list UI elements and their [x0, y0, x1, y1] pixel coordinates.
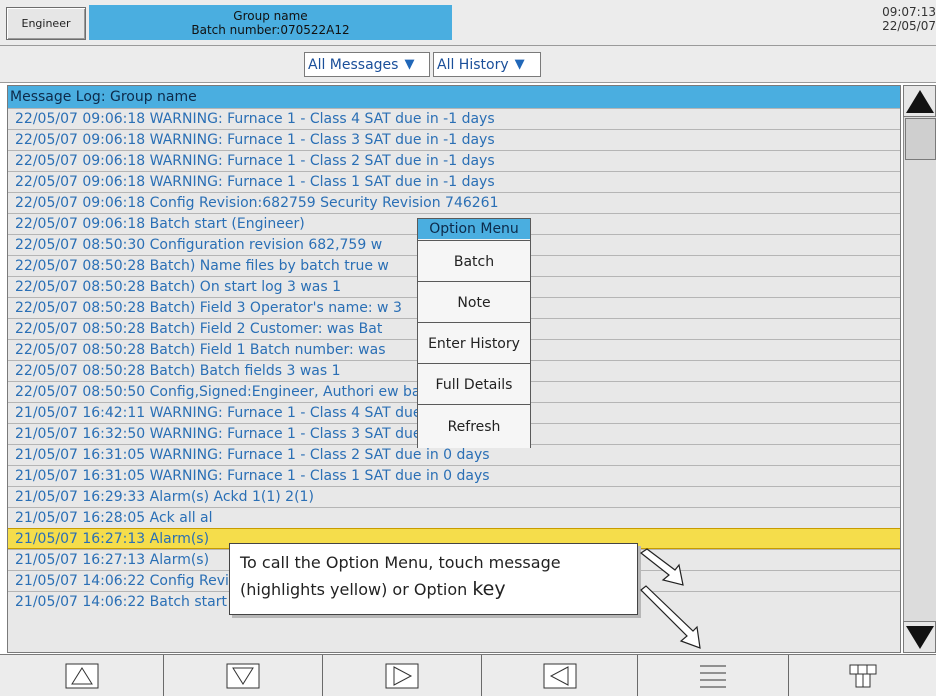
- clock: 09:07:13 22/05/07: [866, 5, 936, 33]
- callout-line-2: (highlights yellow) or Option key: [240, 576, 627, 603]
- option-note[interactable]: Note: [418, 281, 530, 323]
- dropdown-arrow-icon: ▼: [514, 57, 525, 72]
- dropdown-arrow-icon: ▼: [404, 57, 415, 72]
- nav-option-button[interactable]: [638, 655, 789, 696]
- nav-layout-button[interactable]: [789, 655, 936, 696]
- scroll-down-button[interactable]: [903, 621, 936, 653]
- group-title: Group name Batch number:070522A12: [89, 5, 452, 40]
- scroll-up-icon: [905, 90, 934, 113]
- option-refresh[interactable]: Refresh: [418, 404, 530, 448]
- date-display: 22/05/07: [882, 19, 936, 33]
- left-triangle-icon: [543, 663, 576, 688]
- callout-line-2-text: (highlights yellow) or Option: [240, 580, 473, 599]
- option-menu: Option Menu Batch Note Enter History Ful…: [417, 218, 531, 448]
- messages-filter-dropdown[interactable]: All Messages ▼: [304, 52, 430, 77]
- right-triangle-icon: [385, 663, 419, 688]
- nav-up-button[interactable]: [0, 655, 164, 696]
- option-full-details[interactable]: Full Details: [418, 363, 530, 405]
- batch-number: Batch number:070522A12: [191, 23, 350, 37]
- message-log-title: Message Log: Group name: [8, 86, 900, 108]
- log-row[interactable]: 22/05/07 09:06:18 WARNING: Furnace 1 - C…: [8, 108, 900, 129]
- nav-left-button[interactable]: [482, 655, 638, 696]
- option-enter-history[interactable]: Enter History: [418, 322, 530, 364]
- log-row[interactable]: 22/05/07 09:06:18 WARNING: Furnace 1 - C…: [8, 129, 900, 150]
- layout-icon: [849, 664, 876, 687]
- log-row[interactable]: 21/05/07 16:31:05 WARNING: Furnace 1 - C…: [8, 465, 900, 486]
- scroll-up-button[interactable]: [903, 85, 936, 117]
- log-row[interactable]: 22/05/07 09:06:18 WARNING: Furnace 1 - C…: [8, 150, 900, 171]
- time-display: 09:07:13: [882, 5, 936, 19]
- option-menu-title: Option Menu: [418, 219, 530, 239]
- nav-right-button[interactable]: [323, 655, 482, 696]
- nav-down-button[interactable]: [164, 655, 323, 696]
- scrollbar-thumb[interactable]: [905, 118, 936, 160]
- scroll-down-icon: [905, 626, 934, 649]
- scrollbar-track[interactable]: [903, 85, 936, 653]
- instruction-callout: To call the Option Menu, touch message (…: [229, 543, 638, 615]
- history-filter-dropdown[interactable]: All History ▼: [433, 52, 541, 77]
- menu-icon: [700, 665, 726, 687]
- option-batch[interactable]: Batch: [418, 240, 530, 282]
- history-filter-label: All History: [437, 56, 509, 73]
- callout-line-1: To call the Option Menu, touch message: [240, 553, 561, 572]
- down-triangle-icon: [226, 663, 260, 688]
- log-row[interactable]: 22/05/07 09:06:18 Config Revision:682759…: [8, 192, 900, 213]
- messages-filter-label: All Messages: [308, 56, 399, 73]
- group-name: Group name: [233, 9, 308, 23]
- user-button[interactable]: Engineer: [6, 7, 86, 40]
- log-row[interactable]: 22/05/07 09:06:18 WARNING: Furnace 1 - C…: [8, 171, 900, 192]
- log-row[interactable]: 21/05/07 16:28:05 Ack all al: [8, 507, 900, 528]
- bottom-navigation: [0, 654, 936, 696]
- callout-key-word: key: [472, 578, 506, 600]
- up-triangle-icon: [65, 663, 98, 688]
- log-row[interactable]: 21/05/07 16:29:33 Alarm(s) Ackd 1(1) 2(1…: [8, 486, 900, 507]
